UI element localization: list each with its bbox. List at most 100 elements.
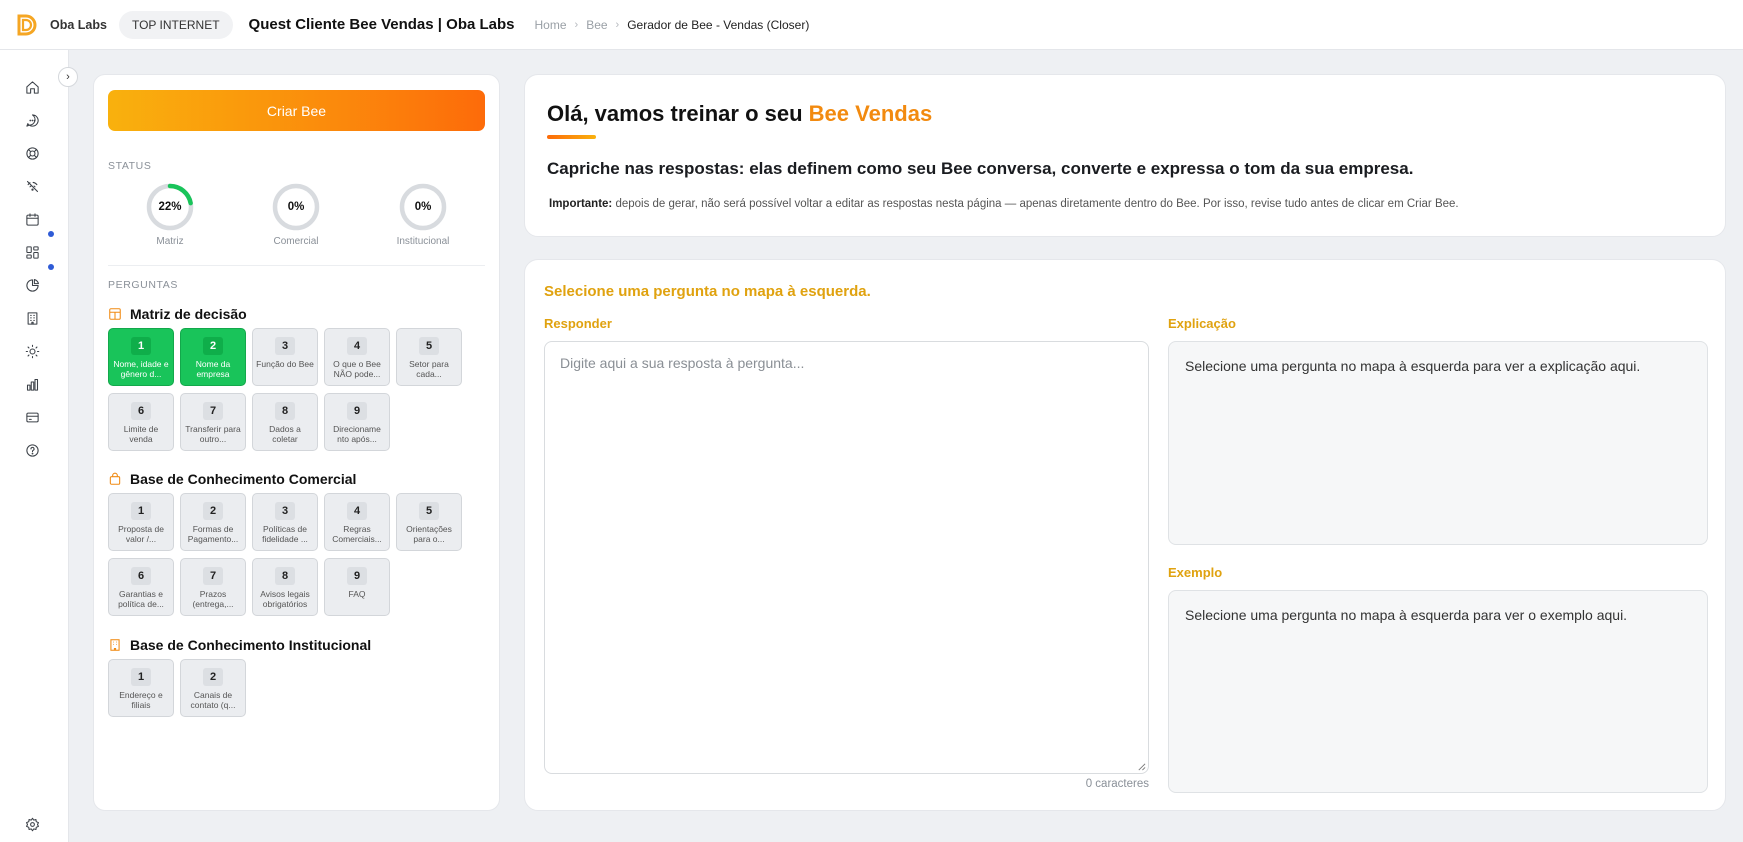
layout-icon xyxy=(109,308,121,320)
divider xyxy=(108,265,485,266)
char-count: 0 caracteres xyxy=(1085,778,1149,790)
explanation-box: Selecione uma pergunta no mapa à esquerd… xyxy=(1168,341,1708,545)
answer-textarea[interactable] xyxy=(544,341,1149,774)
status-institucional: 0% Institucional xyxy=(383,183,463,247)
question-label: Canais de contato (q... xyxy=(190,690,236,710)
question-tile[interactable]: 6 Garantias e política de... xyxy=(108,558,174,616)
explanation-label: Explicação xyxy=(1168,316,1236,331)
question-number: 6 xyxy=(131,402,151,420)
chat-icon[interactable] xyxy=(22,110,42,130)
top-bar: Oba Labs TOP INTERNET Quest Cliente Bee … xyxy=(0,0,1743,50)
help-icon[interactable] xyxy=(22,440,42,460)
questions-label: PERGUNTAS xyxy=(108,279,178,291)
notification-dot xyxy=(48,231,54,237)
question-number: 5 xyxy=(419,502,439,520)
question-label: Políticas de fidelidade ... xyxy=(262,524,308,544)
chevron-right-icon: › xyxy=(615,18,620,31)
question-label: Orientações para o... xyxy=(406,524,452,544)
progress-ring: 0% xyxy=(272,183,320,231)
question-tile[interactable]: 8 Dados a coletar xyxy=(252,393,318,451)
breadcrumb-home[interactable]: Home xyxy=(535,18,567,32)
lifebuoy-icon[interactable] xyxy=(22,143,42,163)
question-tile[interactable]: 7 Prazos (entrega,... xyxy=(180,558,246,616)
oba-labs-logo-icon[interactable] xyxy=(14,12,40,38)
credit-card-icon[interactable] xyxy=(22,407,42,427)
breadcrumb-bee[interactable]: Bee xyxy=(586,18,607,32)
notification-dot xyxy=(48,264,54,270)
question-label: Endereço e filiais xyxy=(119,690,163,710)
progress-label: Comercial xyxy=(273,236,319,247)
question-tile[interactable]: 9 Direcioname nto após... xyxy=(324,393,390,451)
create-bee-button[interactable]: Criar Bee xyxy=(108,90,485,131)
question-tile[interactable]: 2 Nome da empresa xyxy=(180,328,246,386)
sidebar xyxy=(0,50,69,842)
progress-value: 0% xyxy=(287,201,305,213)
question-tile[interactable]: 6 Limite de venda xyxy=(108,393,174,451)
question-number: 7 xyxy=(203,402,223,420)
question-label: Setor para cada... xyxy=(409,359,449,379)
status-label: STATUS xyxy=(108,160,152,172)
question-label: Avisos legais obrigatórios xyxy=(260,589,310,609)
workspace-chip[interactable]: TOP INTERNET xyxy=(118,10,233,39)
question-tile[interactable]: 1 Nome, idade e gênero d... xyxy=(108,328,174,386)
question-number: 8 xyxy=(275,567,295,585)
question-tile[interactable]: 5 Setor para cada... xyxy=(396,328,462,386)
status-matriz: 22% Matriz xyxy=(130,183,210,247)
progress-label: Matriz xyxy=(156,236,184,247)
chevron-right-icon: › xyxy=(574,18,579,31)
chevron-right-icon: › xyxy=(66,71,70,83)
question-label: Nome da empresa xyxy=(195,359,231,379)
question-tile[interactable]: 5 Orientações para o... xyxy=(396,493,462,551)
question-tile[interactable]: 2 Canais de contato (q... xyxy=(180,659,246,717)
progress-label: Institucional xyxy=(396,236,450,247)
signal-off-icon[interactable] xyxy=(22,176,42,196)
home-icon[interactable] xyxy=(22,77,42,97)
question-number: 1 xyxy=(131,502,151,520)
dashboard-icon[interactable] xyxy=(22,242,42,262)
sun-icon[interactable] xyxy=(22,341,42,361)
question-number: 4 xyxy=(347,337,367,355)
bar-chart-icon[interactable] xyxy=(22,374,42,394)
group-title-institucional: Base de Conhecimento Institucional xyxy=(108,637,371,653)
question-tile[interactable]: 3 Função do Bee xyxy=(252,328,318,386)
question-number: 1 xyxy=(131,668,151,686)
question-label: FAQ xyxy=(348,589,366,599)
building-icon[interactable] xyxy=(22,308,42,328)
question-tile[interactable]: 2 Formas de Pagamento... xyxy=(180,493,246,551)
resize-grip-icon[interactable] xyxy=(1137,762,1146,771)
question-label: Dados a coletar xyxy=(269,424,301,444)
question-tile[interactable]: 7 Transferir para outro... xyxy=(180,393,246,451)
question-tile[interactable]: 1 Endereço e filiais xyxy=(108,659,174,717)
status-comercial: 0% Comercial xyxy=(256,183,336,247)
question-label: Garantias e política de... xyxy=(118,589,164,609)
question-tile[interactable]: 3 Políticas de fidelidade ... xyxy=(252,493,318,551)
question-tile[interactable]: 9 FAQ xyxy=(324,558,390,616)
question-number: 2 xyxy=(203,337,223,355)
breadcrumb-current: Gerador de Bee - Vendas (Closer) xyxy=(627,17,810,32)
page-title: Quest Cliente Bee Vendas | Oba Labs xyxy=(248,16,515,33)
pie-chart-icon[interactable] xyxy=(22,275,42,295)
question-tile[interactable]: 4 O que o Bee NÃO pode... xyxy=(324,328,390,386)
group-title-comercial: Base de Conhecimento Comercial xyxy=(108,471,356,487)
question-number: 2 xyxy=(203,668,223,686)
progress-ring: 22% xyxy=(146,183,194,231)
bag-icon xyxy=(109,472,121,485)
question-label: Regras Comerciais... xyxy=(332,524,382,544)
questions-panel: Criar Bee STATUS 22% Matriz 0% Comercial xyxy=(93,74,500,811)
question-tile[interactable]: 4 Regras Comerciais... xyxy=(324,493,390,551)
question-number: 3 xyxy=(275,502,295,520)
org-name[interactable]: Oba Labs xyxy=(50,18,107,32)
question-label: Direcioname nto após... xyxy=(333,424,381,444)
group-title-matriz: Matriz de decisão xyxy=(108,306,247,322)
progress-value: 0% xyxy=(414,201,432,213)
settings-icon[interactable] xyxy=(22,814,42,834)
question-label: Nome, idade e gênero d... xyxy=(113,359,169,379)
question-number: 9 xyxy=(347,402,367,420)
question-label: Transferir para outro... xyxy=(185,424,241,444)
question-tile[interactable]: 8 Avisos legais obrigatórios xyxy=(252,558,318,616)
progress-value: 22% xyxy=(158,201,182,213)
sidebar-collapse-button[interactable]: › xyxy=(58,67,78,87)
calendar-icon[interactable] xyxy=(22,209,42,229)
question-tile[interactable]: 1 Proposta de valor /... xyxy=(108,493,174,551)
question-label: O que o Bee NÃO pode... xyxy=(333,359,381,379)
